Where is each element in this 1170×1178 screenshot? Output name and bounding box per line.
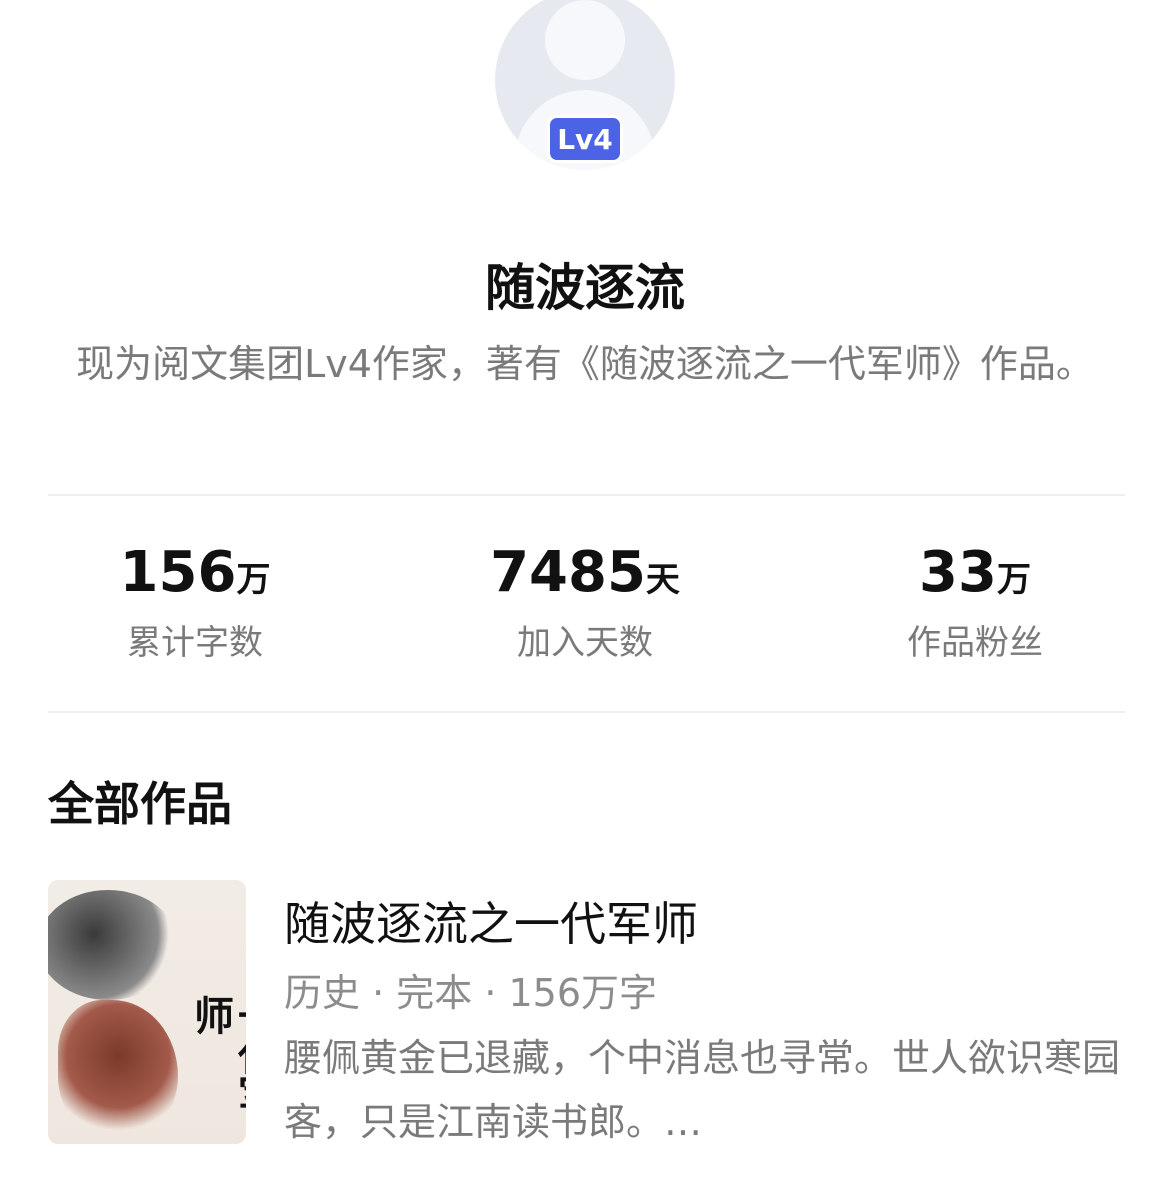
cover-dragon-art bbox=[58, 1000, 178, 1140]
book-title[interactable]: 随波逐流之一代军师 bbox=[284, 888, 698, 954]
divider bbox=[48, 494, 1125, 496]
book-description: 腰佩黄金已退藏，个中消息也寻常。世人欲识寒园客，只是江南读书郎。… bbox=[284, 1036, 1121, 1144]
author-bio: 现为阅文集团Lv4作家，著有《随波逐流之一代军师》作品。 bbox=[76, 342, 1094, 386]
stat-value: 33 bbox=[919, 540, 997, 605]
stat-label: 累计字数 bbox=[127, 623, 263, 663]
cover-ink-art bbox=[48, 890, 178, 1000]
stat-fans: 33万 作品粉丝 bbox=[825, 540, 1125, 664]
stat-days-joined: 7485天 加入天数 bbox=[435, 540, 735, 664]
divider bbox=[48, 711, 1125, 713]
stat-total-words: 156万 累计字数 bbox=[45, 540, 345, 664]
stat-label: 加入天数 bbox=[517, 623, 653, 663]
stats-row: 156万 累计字数 7485天 加入天数 33万 作品粉丝 bbox=[0, 540, 1170, 670]
stat-unit: 万 bbox=[996, 560, 1031, 600]
stat-unit: 天 bbox=[645, 560, 680, 600]
avatar[interactable]: Lv4 bbox=[495, 0, 675, 170]
stat-value: 156 bbox=[119, 540, 237, 605]
stat-value: 7485 bbox=[490, 540, 646, 605]
cover-title: 一代军师 bbox=[187, 995, 246, 1115]
book-meta: 历史 · 完本 · 156万字 bbox=[284, 971, 658, 1015]
stat-label: 作品粉丝 bbox=[907, 623, 1043, 663]
works-section-title: 全部作品 bbox=[48, 777, 232, 831]
level-badge: Lv4 bbox=[547, 115, 623, 163]
stat-unit: 万 bbox=[236, 560, 271, 600]
author-name: 随波逐流 bbox=[485, 259, 685, 317]
book-cover[interactable]: 一代军师 bbox=[48, 880, 246, 1144]
